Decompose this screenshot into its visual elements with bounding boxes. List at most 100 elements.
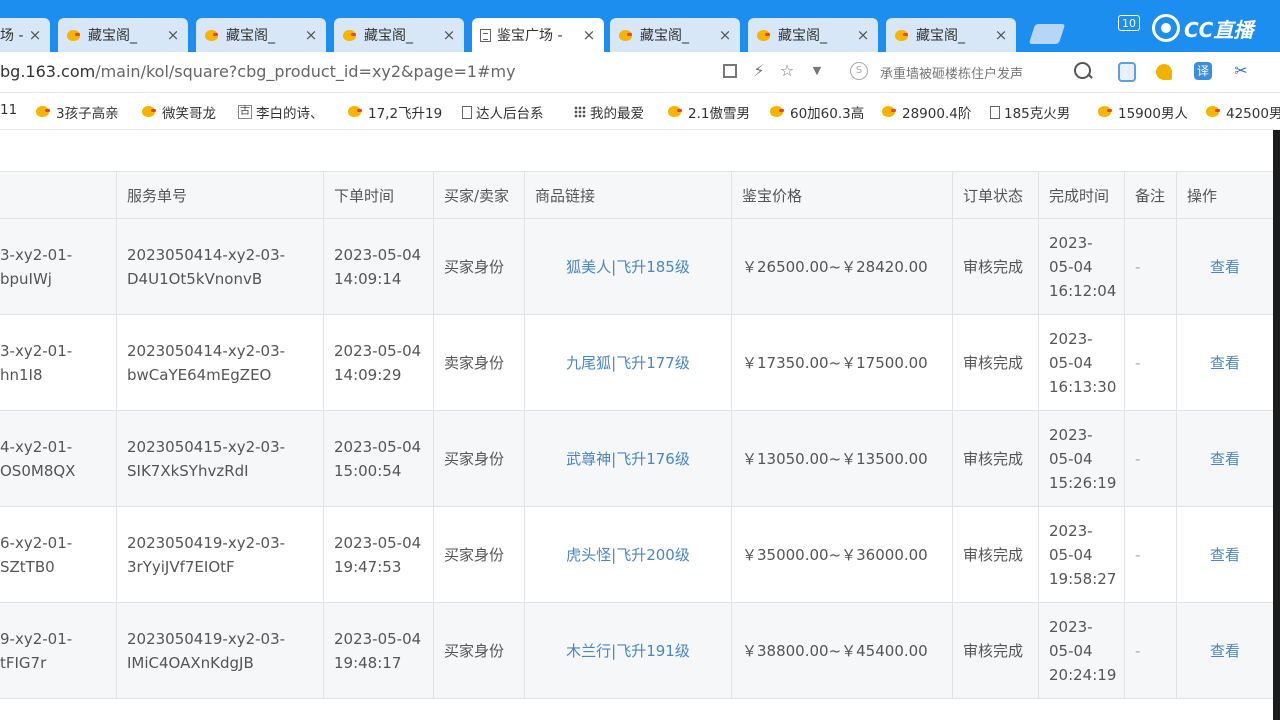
browser-tab[interactable]: 鉴宝广场 - × [472,18,604,52]
bookmark-item[interactable]: 我的最爱 [574,102,644,122]
service-no-cell-wrap: 2023050419-xy2-03- IMiC4OAXnKdgJB [116,603,323,698]
service-no-cell-text: 2023050419-xy2-03- [127,533,286,552]
done-time-cell: 2023- 05-04 16:13:30 [1049,327,1116,399]
cbg-chick-icon [882,105,898,119]
document-icon [462,105,472,119]
service-no-cell-wrap: 2023050419-xy2-03- 3rYyiJVf7EIOtF [116,507,323,602]
view-link[interactable]: 查看 [1210,543,1240,567]
order-time-cell-text: 2023-05-04 [334,533,422,552]
bookmark-item[interactable]: 185克火男 [990,102,1070,122]
done-time-cell-text: 2023- [1049,329,1093,348]
chevron-down-icon[interactable]: ▼ [808,62,826,80]
lightning-icon[interactable]: ⚡ [750,62,768,80]
cc-live-logo[interactable]: CC直播 [1152,10,1253,46]
product-link-text[interactable]: 武尊神|飞升176级 [566,447,690,471]
note-cell-text: - [1135,545,1141,564]
view-link-wrap: 查看 [1176,411,1273,506]
browser-tab[interactable]: 藏宝阁_ × [196,18,326,52]
done-time-cell-text: 05-04 [1049,641,1093,660]
view-link-text[interactable]: 查看 [1210,255,1240,279]
tab-title: 藏宝阁_ [640,28,689,44]
bookmark-item[interactable]: 11 [0,102,17,118]
view-link[interactable]: 查看 [1210,639,1240,663]
tab-title: 藏宝阁_ [226,28,275,44]
view-link-text[interactable]: 查看 [1210,351,1240,375]
status-cell-text: 审核完成 [963,641,1024,660]
qr-code-icon[interactable] [723,64,737,78]
close-icon[interactable]: × [440,26,458,44]
product-link-text[interactable]: 狐美人|飞升185级 [566,255,690,279]
star-bookmark-icon[interactable]: ☆ [778,62,796,80]
product-link[interactable]: 虎头怪|飞升200级 [566,543,690,567]
bookmark-item[interactable]: 28900.4阶 [882,102,971,122]
search-box[interactable]: S 承重墙被砸楼栋住户发声 [846,60,1096,84]
view-link[interactable]: 查看 [1210,351,1240,375]
extension-reader-icon[interactable] [1118,62,1136,82]
product-link[interactable]: 武尊神|飞升176级 [566,447,690,471]
role-cell: 买家身份 [444,255,504,279]
scissors-icon[interactable]: ✂ [1232,62,1250,80]
product-link[interactable]: 狐美人|飞升185级 [566,255,690,279]
view-link-text[interactable]: 查看 [1210,447,1240,471]
translate-icon[interactable]: 译 [1194,62,1212,80]
bookmark-item[interactable]: 古李白的诗、 [238,102,324,122]
search-icon[interactable] [1074,62,1091,79]
url-field[interactable]: bg.163.com/main/kol/square?cbg_product_i… [0,62,516,81]
done-time-cell-text: 05-04 [1049,449,1093,468]
order-no-cell: 4-xy2-01- OS0M8QX [0,435,75,483]
browser-tab[interactable]: 藏宝阁_ × [334,18,464,52]
new-tab-button[interactable] [1028,24,1066,44]
url-host: bg.163.com [0,62,96,81]
product-link-text[interactable]: 木兰行|飞升191级 [566,639,690,663]
address-bar: bg.163.com/main/kol/square?cbg_product_i… [0,52,1280,93]
service-no-cell-text: 3rYyiJVf7EIOtF [127,557,235,576]
browser-tab[interactable]: 藏宝阁_ × [610,18,740,52]
browser-tab[interactable]: 藏宝阁_ × [748,18,878,52]
bookmark-item[interactable]: 2.1傲雪男 [668,102,750,122]
bookmark-item[interactable]: 15900男人 [1098,102,1188,122]
cc-logo-icon [1152,14,1180,42]
close-icon[interactable]: × [580,26,598,44]
note-cell-wrap: - [1124,507,1176,602]
close-icon[interactable]: × [26,26,44,44]
bookmark-item[interactable]: 42500男 [1206,102,1280,122]
order-no-cell-text: 3-xy2-01- [0,245,73,264]
tab-count-badge[interactable]: 10 [1118,15,1140,31]
page-scrollbar[interactable] [1273,130,1280,720]
close-icon[interactable]: × [302,26,320,44]
order-time-cell: 2023-05-04 19:47:53 [334,531,421,579]
key-icon[interactable] [1156,64,1172,80]
product-link-text[interactable]: 九尾狐|飞升177级 [566,351,690,375]
note-cell: - [1135,351,1140,375]
order-no-cell-text: hn1I8 [0,365,43,384]
view-link-text[interactable]: 查看 [1210,639,1240,663]
view-link-text[interactable]: 查看 [1210,543,1240,567]
product-link[interactable]: 九尾狐|飞升177级 [566,351,690,375]
close-icon[interactable]: × [854,26,872,44]
bookmark-item[interactable]: 17,2飞升19 [348,102,442,122]
view-link-wrap: 查看 [1176,315,1273,410]
close-icon[interactable]: × [716,26,734,44]
tab-title: 藏宝阁_ [88,28,137,44]
close-icon[interactable]: × [164,26,182,44]
close-icon[interactable]: × [992,26,1010,44]
browser-tab[interactable]: 藏宝阁_ × [58,18,188,52]
view-link[interactable]: 查看 [1210,447,1240,471]
document-icon [990,105,1000,119]
bookmark-item[interactable]: 60加60.3高 [770,102,864,122]
view-link[interactable]: 查看 [1210,255,1240,279]
browser-tab[interactable]: 藏宝阁_ × [886,18,1016,52]
bookmark-item[interactable]: 达人后台系 [462,102,544,122]
status-cell-wrap: 审核完成 [952,507,1038,602]
browser-tab[interactable]: 场 - × [0,18,50,52]
order-no-cell-text: 6-xy2-01- [0,533,73,552]
cbg-chick-icon [756,27,772,43]
view-link-wrap: 查看 [1176,603,1273,698]
search-suggestion: 承重墙被砸楼栋住户发声 [880,67,1024,82]
order-time-cell-text: 2023-05-04 [334,341,422,360]
note-cell-text: - [1135,449,1141,468]
bookmark-item[interactable]: 微笑哥龙 [142,102,216,122]
bookmark-item[interactable]: 3孩子高亲 [36,102,119,122]
product-link-text[interactable]: 虎头怪|飞升200级 [566,543,690,567]
product-link[interactable]: 木兰行|飞升191级 [566,639,690,663]
